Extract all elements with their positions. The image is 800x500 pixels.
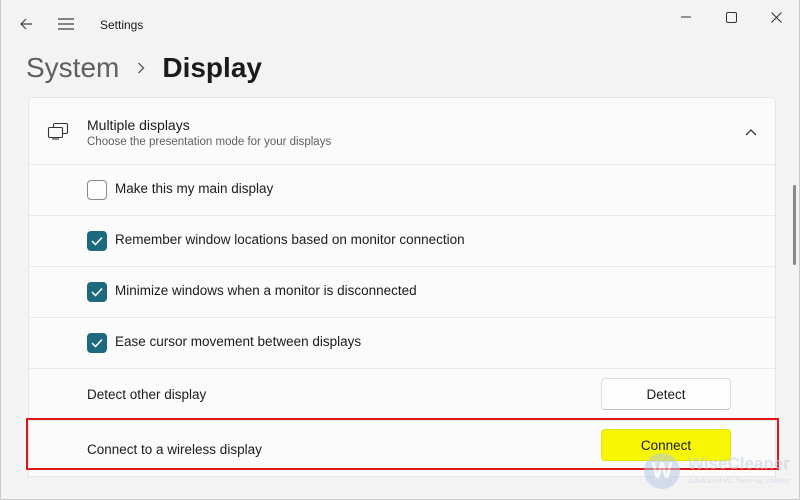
scrollbar-thumb[interactable] (793, 185, 796, 265)
settings-window: Settings System Display Multiple display… (0, 0, 800, 500)
checkmark-icon (91, 338, 103, 348)
minimize-windows-checkbox[interactable] (87, 282, 107, 302)
section-title: Multiple displays (87, 117, 190, 133)
breadcrumb-separator (137, 62, 145, 74)
detect-display-label: Detect other display (87, 387, 207, 402)
option-label: Ease cursor movement between displays (115, 334, 362, 349)
close-icon (770, 11, 782, 23)
remember-window-locations-checkbox[interactable] (87, 231, 107, 251)
app-title: Settings (100, 18, 144, 32)
maximize-button[interactable] (708, 0, 754, 34)
checkmark-icon (91, 287, 103, 297)
option-label: Remember window locations based on monit… (115, 232, 465, 247)
option-label: Minimize windows when a monitor is disco… (115, 283, 417, 298)
maximize-icon (725, 11, 737, 23)
section-subtitle: Choose the presentation mode for your di… (87, 136, 332, 148)
wireless-display-label: Connect to a wireless display (87, 442, 262, 457)
chevron-right-icon (138, 62, 145, 74)
multiple-displays-icon (47, 122, 69, 145)
collapse-button[interactable] (737, 120, 765, 144)
detect-display-row: Detect other display Detect (29, 369, 775, 421)
multiple-displays-panel: Multiple displays Choose the presentatio… (28, 97, 776, 477)
option-row-minimize-windows[interactable]: Minimize windows when a monitor is disco… (29, 267, 775, 318)
multiple-displays-header[interactable]: Multiple displays Choose the presentatio… (29, 98, 775, 165)
main-display-checkbox[interactable] (87, 180, 107, 200)
watermark-tagline: Advanced PC Tune-up Utilities (688, 476, 790, 485)
option-row-ease-cursor[interactable]: Ease cursor movement between displays (29, 318, 775, 369)
wireless-display-row: Connect to a wireless display Connect (29, 421, 775, 476)
ease-cursor-checkbox[interactable] (87, 333, 107, 353)
option-row-main-display[interactable]: Make this my main display (29, 165, 775, 216)
back-button[interactable] (10, 10, 42, 38)
navigation-menu-button[interactable] (50, 10, 82, 38)
minimize-button[interactable] (663, 0, 709, 34)
chevron-up-icon (745, 129, 757, 136)
title-bar: Settings (1, 0, 800, 48)
checkmark-icon (91, 236, 103, 246)
minimize-icon (681, 16, 691, 18)
back-arrow-icon (20, 18, 32, 30)
hamburger-menu-icon (58, 18, 74, 30)
detect-button[interactable]: Detect (601, 378, 731, 410)
page-title: Display (162, 52, 262, 83)
breadcrumb: System Display (26, 48, 262, 88)
option-label: Make this my main display (115, 181, 274, 196)
close-button[interactable] (753, 0, 799, 34)
option-row-remember-window-locations[interactable]: Remember window locations based on monit… (29, 216, 775, 267)
connect-button[interactable]: Connect (601, 429, 731, 461)
breadcrumb-system-link[interactable]: System (26, 52, 119, 84)
